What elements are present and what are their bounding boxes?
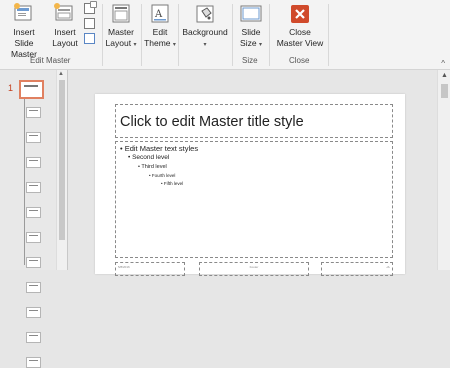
- slide-canvas: Click to edit Master title style • Edit …: [69, 70, 437, 276]
- text-level-4: • Fourth level: [149, 173, 176, 178]
- scrollbar-thumb[interactable]: [441, 84, 448, 98]
- theme-icon: A: [148, 2, 172, 26]
- delete-icon[interactable]: [84, 1, 97, 14]
- slide-size-button[interactable]: Slide Size ▾: [235, 2, 267, 51]
- background-label: Background ▾: [180, 27, 230, 51]
- title-placeholder[interactable]: Click to edit Master title style: [115, 104, 393, 138]
- title-placeholder-text: Click to edit Master title style: [120, 114, 304, 130]
- insert-slide-master-label-1: Insert Slide: [13, 27, 35, 48]
- slide-size-label-2: Size ▾: [240, 38, 262, 51]
- slide-size-label-text: Size: [240, 38, 257, 48]
- slide-number-text: ‹#›: [386, 265, 390, 269]
- svg-text:A: A: [154, 9, 163, 20]
- chevron-down-icon: ▾: [133, 42, 137, 48]
- footer-text: Footer: [249, 265, 259, 269]
- edit-theme-label-2: Theme ▾: [144, 38, 176, 51]
- group-label-edit-master: Edit Master: [30, 56, 71, 65]
- scroll-up-icon[interactable]: ▲: [441, 72, 448, 79]
- layout-thumbnail[interactable]: [26, 307, 41, 318]
- master-layout-icon: [109, 2, 133, 26]
- text-level-1-text: Edit Master text styles: [124, 144, 199, 153]
- master-layout-label-text: Layout: [105, 38, 132, 48]
- edit-theme-label-text: Theme: [144, 38, 171, 48]
- insert-layout-label-2: Layout: [52, 38, 78, 48]
- text-level-2: • Second level: [128, 154, 170, 161]
- body-placeholder[interactable]: • Edit Master text styles • Second level…: [115, 141, 393, 258]
- text-level-3-text: Third level: [141, 164, 167, 170]
- close-x-icon: [288, 2, 312, 26]
- separator: [232, 4, 233, 66]
- text-level-5-text: Fifth level: [163, 181, 184, 186]
- thumbnail-connector: [24, 99, 25, 265]
- layout-thumbnail[interactable]: [26, 257, 41, 268]
- close-master-view-button[interactable]: Close Master View: [272, 2, 328, 49]
- thumbnail-pane: 1 ▲: [0, 70, 68, 368]
- layout-thumbnail[interactable]: [26, 232, 41, 243]
- rename-icon[interactable]: [84, 18, 95, 29]
- slide-size-icon: [239, 2, 263, 26]
- separator: [178, 4, 179, 66]
- footer-placeholder[interactable]: Footer: [199, 262, 309, 276]
- layout-thumbnail[interactable]: [26, 207, 41, 218]
- text-level-5: • Fifth level: [161, 181, 184, 186]
- date-text: 5/8/2016: [118, 265, 130, 269]
- background-button[interactable]: Background ▾: [180, 2, 230, 51]
- slide-master-icon: [12, 2, 36, 26]
- master-layout-button[interactable]: Master Layout ▾: [104, 2, 138, 51]
- slide-number: 1: [8, 83, 14, 93]
- layout-thumbnail[interactable]: [26, 332, 41, 343]
- text-level-2-text: Second level: [132, 154, 170, 161]
- preserve-icon[interactable]: [84, 33, 95, 44]
- background-label-text: Background: [182, 27, 228, 37]
- separator: [269, 4, 270, 66]
- text-level-1: • Edit Master text styles: [120, 144, 199, 153]
- layout-thumbnail[interactable]: [26, 132, 41, 143]
- edit-theme-button[interactable]: A Edit Theme ▾: [142, 2, 178, 51]
- layout-thumbnail[interactable]: [26, 157, 41, 168]
- thumbnail-scrollbar[interactable]: ▲: [56, 70, 67, 270]
- slide-size-label-1: Slide: [241, 27, 261, 37]
- text-level-3: • Third level: [138, 164, 167, 170]
- chevron-down-icon: ▾: [203, 42, 207, 48]
- chevron-down-icon: ▾: [258, 42, 262, 48]
- insert-layout-label-1: Insert: [54, 27, 76, 37]
- canvas-scrollbar[interactable]: ▲: [437, 70, 450, 270]
- text-level-4-text: Fourth level: [151, 173, 176, 178]
- ribbon: Insert Slide Master Insert Layout Master…: [0, 0, 450, 70]
- date-placeholder[interactable]: 5/8/2016: [115, 262, 185, 276]
- insert-layout-button[interactable]: Insert Layout: [49, 2, 81, 49]
- master-slide: Click to edit Master title style • Edit …: [95, 94, 405, 276]
- scrollbar-thumb[interactable]: [59, 80, 65, 240]
- layout-icon: [53, 2, 77, 26]
- close-master-view-label-2: Master View: [276, 38, 324, 48]
- scroll-up-icon[interactable]: ▲: [58, 71, 64, 77]
- layout-thumbnail[interactable]: [26, 182, 41, 193]
- group-label-close: Close: [289, 56, 310, 65]
- slide-number-placeholder[interactable]: ‹#›: [321, 262, 393, 276]
- master-layout-label-1: Master: [108, 27, 134, 37]
- separator: [328, 4, 329, 66]
- small-command-icons: [84, 1, 98, 48]
- layout-thumbnail[interactable]: [26, 107, 41, 118]
- layout-thumbnail[interactable]: [26, 357, 41, 368]
- separator: [102, 4, 103, 66]
- group-label-size: Size: [242, 56, 258, 65]
- insert-slide-master-button[interactable]: Insert Slide Master: [4, 2, 44, 60]
- chevron-down-icon: ▾: [172, 42, 176, 48]
- layout-thumbnail[interactable]: [26, 282, 41, 293]
- master-layout-label-2: Layout ▾: [106, 38, 137, 51]
- edit-theme-label-1: Edit: [152, 27, 168, 37]
- close-master-view-label-1: Close: [289, 27, 311, 37]
- master-thumbnail[interactable]: [19, 80, 44, 99]
- paint-bucket-icon: [193, 2, 217, 26]
- collapse-ribbon-icon[interactable]: ^: [441, 59, 445, 68]
